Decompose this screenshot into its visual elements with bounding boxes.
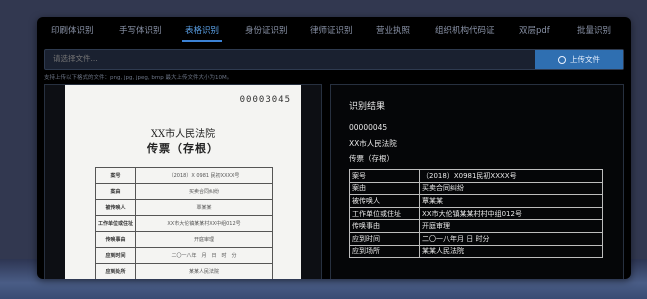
doc-cell-value: 开庭审理 bbox=[135, 231, 273, 248]
recognition-tabs: 印刷体识别 手写体识别 表格识别 身份证识别 律师证识别 营业执照 组织机构代码… bbox=[37, 17, 631, 43]
tab-id-card-ocr[interactable]: 身份证识别 bbox=[245, 24, 288, 36]
table-row: 应到处所 某某人民法院 bbox=[95, 263, 273, 279]
tab-handwriting-ocr[interactable]: 手写体识别 bbox=[119, 24, 162, 36]
doc-cell-key: 被传唤人 bbox=[95, 199, 136, 216]
result-court: XX市人民法院 bbox=[349, 139, 397, 148]
result-cell-key: 被传唤人 bbox=[349, 194, 420, 208]
file-format-hint: 支持上传以下格式的文件：png, jpg, jpeg, bmp 最大上传文件大小… bbox=[44, 75, 233, 81]
result-table: 案号 （2018）X0981民初XXXX号 案由 买卖合同纠纷 被传唤人 覃某某 工作… bbox=[349, 169, 603, 259]
tab-lawyer-license-ocr[interactable]: 律师证识别 bbox=[310, 24, 353, 36]
doc-cell-key: 案由 bbox=[95, 183, 136, 200]
doc-cell-value: （2018）X 0981 民初XXXX号 bbox=[135, 167, 273, 184]
tab-print-ocr[interactable]: 印刷体识别 bbox=[51, 24, 94, 36]
result-cell-key: 应到时间 bbox=[349, 231, 420, 246]
result-cell-key: 案由 bbox=[349, 181, 420, 196]
table-row: 工作单位或住址 XX市大伦镇某某村XX中组012号 bbox=[95, 215, 273, 232]
table-row: 案由 买卖合同纠纷 bbox=[95, 183, 273, 200]
upload-button[interactable]: 上传文件 bbox=[535, 50, 623, 69]
file-chooser: 上传文件 bbox=[44, 49, 624, 70]
result-cell-value: 覃某某 bbox=[419, 194, 603, 208]
document-table: 案号 （2018）X 0981 民初XXXX号 案由 买卖合同纠纷 被传唤人 覃某某 … bbox=[95, 167, 273, 279]
result-number: 00000045 bbox=[349, 123, 388, 132]
document-court: XX市人民法院 bbox=[150, 129, 216, 140]
result-cell-value: 开庭审理 bbox=[419, 219, 603, 233]
doc-cell-key: 应到处所 bbox=[95, 263, 136, 279]
tab-table-ocr[interactable]: 表格识别 bbox=[181, 24, 223, 42]
tab-business-license[interactable]: 营业执照 bbox=[376, 24, 410, 36]
result-cell-value: （2018）X0981民初XXXX号 bbox=[419, 169, 603, 183]
result-title: 传票（存根） bbox=[349, 154, 394, 163]
table-row: 应到时间 二〇一八年月 日 时分 bbox=[349, 231, 603, 246]
upload-label: 上传文件 bbox=[570, 55, 600, 64]
ocr-panel: 印刷体识别 手写体识别 表格识别 身份证识别 律师证识别 营业执照 组织机构代码… bbox=[37, 17, 631, 279]
result-cell-key: 传唤事由 bbox=[349, 219, 420, 233]
document-preview-pane: 00003045 XX市人民法院 传票（存根） 案号 （2018）X 0981 民… bbox=[44, 84, 322, 279]
doc-cell-key: 应到时间 bbox=[95, 247, 136, 264]
result-heading: 识别结果 bbox=[349, 102, 386, 112]
doc-cell-value: 覃某某 bbox=[135, 199, 273, 216]
table-row: 案号 （2018）X0981民初XXXX号 bbox=[349, 169, 603, 183]
table-row: 应到时间 二〇一八年 月 日 时 分 bbox=[95, 247, 273, 264]
document-title: 传票（存根） bbox=[147, 142, 219, 155]
tab-dual-layer-pdf[interactable]: 双层pdf bbox=[519, 24, 550, 36]
tab-batch-ocr[interactable]: 批量识别 bbox=[577, 24, 611, 36]
result-cell-value: 买卖合同纠纷 bbox=[419, 181, 603, 196]
doc-cell-key: 传唤事由 bbox=[95, 231, 136, 248]
file-input[interactable] bbox=[53, 54, 513, 63]
doc-cell-value: 二〇一八年 月 日 时 分 bbox=[135, 247, 273, 264]
table-row: 工作单位或住址 XX市大伦镇某某村村中组012号 bbox=[349, 206, 603, 221]
table-row: 传唤事由 开庭审理 bbox=[95, 231, 273, 248]
result-cell-value: 某某人民法院 bbox=[419, 244, 603, 259]
doc-cell-value: XX市大伦镇某某村XX中组012号 bbox=[135, 215, 273, 232]
upload-icon bbox=[558, 55, 566, 64]
tab-org-code-cert[interactable]: 组织机构代码证 bbox=[435, 24, 495, 36]
result-cell-value: 二〇一八年月 日 时分 bbox=[419, 231, 603, 246]
scanned-document: 00003045 XX市人民法院 传票（存根） 案号 （2018）X 0981 民… bbox=[65, 85, 301, 279]
result-cell-value: XX市大伦镇某某村村中组012号 bbox=[419, 206, 603, 221]
result-cell-key: 应到场所 bbox=[349, 244, 420, 259]
doc-cell-value: 买卖合同纠纷 bbox=[135, 183, 273, 200]
doc-cell-value: 某某人民法院 bbox=[135, 263, 273, 279]
table-row: 案由 买卖合同纠纷 bbox=[349, 181, 603, 196]
table-row: 被传唤人 覃某某 bbox=[95, 199, 273, 216]
result-cell-key: 案号 bbox=[349, 169, 420, 183]
doc-cell-key: 案号 bbox=[95, 167, 136, 184]
document-number: 00003045 bbox=[239, 95, 291, 105]
result-cell-key: 工作单位或住址 bbox=[349, 206, 420, 221]
table-row: 应到场所 某某人民法院 bbox=[349, 244, 603, 259]
result-pane: 识别结果 00000045 XX市人民法院 传票（存根） 案号 （2018）X09… bbox=[330, 84, 624, 279]
doc-cell-key: 工作单位或住址 bbox=[95, 215, 136, 232]
table-row: 案号 （2018）X 0981 民初XXXX号 bbox=[95, 167, 273, 184]
table-row: 传唤事由 开庭审理 bbox=[349, 219, 603, 233]
table-row: 被传唤人 覃某某 bbox=[349, 194, 603, 208]
